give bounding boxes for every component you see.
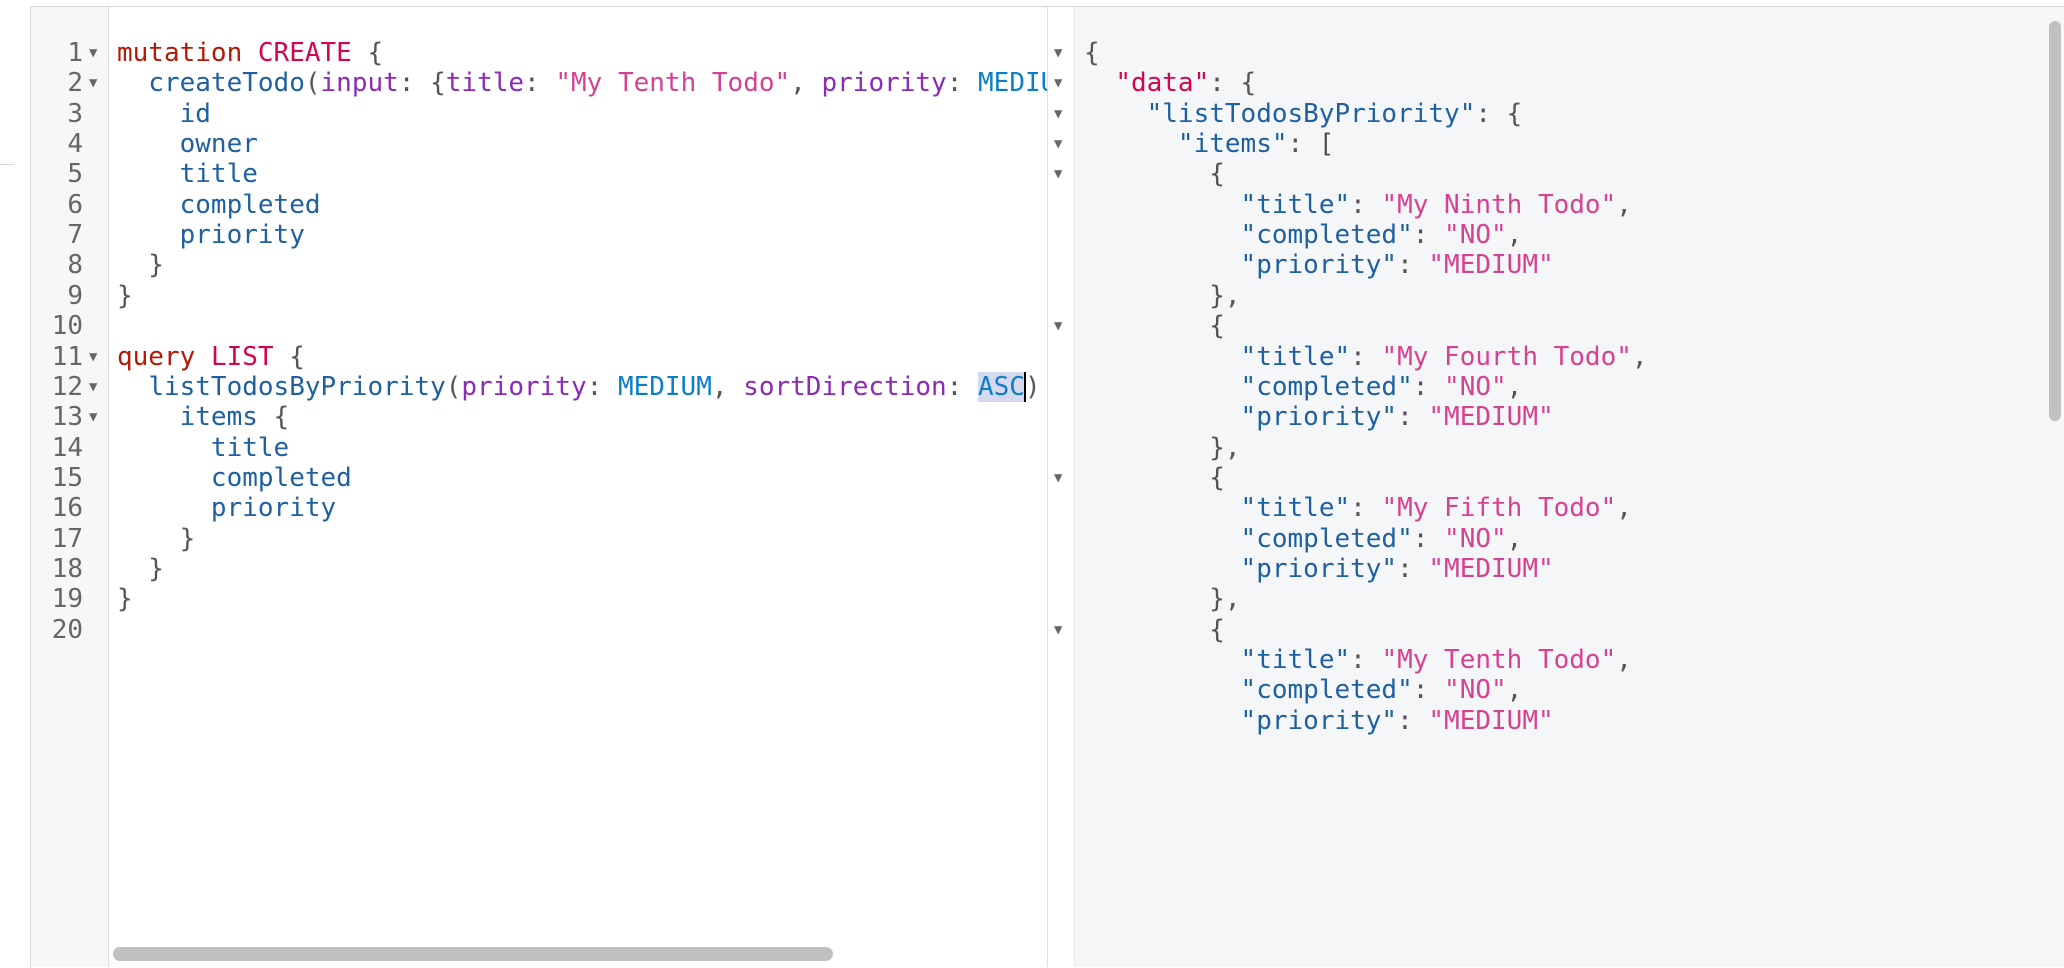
- query-editor[interactable]: 1 ▼ mutation CREATE {2 ▼ createTodo(input: …: [31, 7, 1047, 967]
- left-margin: [0, 0, 30, 968]
- editor-line[interactable]: 20: [31, 610, 1047, 650]
- json-token: "MEDIUM": [1428, 705, 1554, 736]
- json-token: :: [1397, 705, 1429, 736]
- horizontal-scrollbar[interactable]: [113, 947, 833, 961]
- result-text: "priority": "MEDIUM": [1084, 701, 1554, 741]
- vertical-scrollbar[interactable]: [2049, 21, 2061, 421]
- json-token: "priority": [1240, 705, 1398, 736]
- explorer-window: 1 ▼ mutation CREATE {2 ▼ createTodo(input: …: [30, 6, 2064, 968]
- left-divider-tick: [0, 164, 14, 165]
- graphql-explorer: 1 ▼ mutation CREATE {2 ▼ createTodo(input: …: [0, 0, 2064, 968]
- result-line: "priority": "MEDIUM": [1048, 701, 2048, 741]
- line-number: 20: [51, 614, 83, 645]
- result-viewer[interactable]: ▼{▼ "data": {▼ "listTodosByPriority": {▼…: [1047, 7, 2064, 967]
